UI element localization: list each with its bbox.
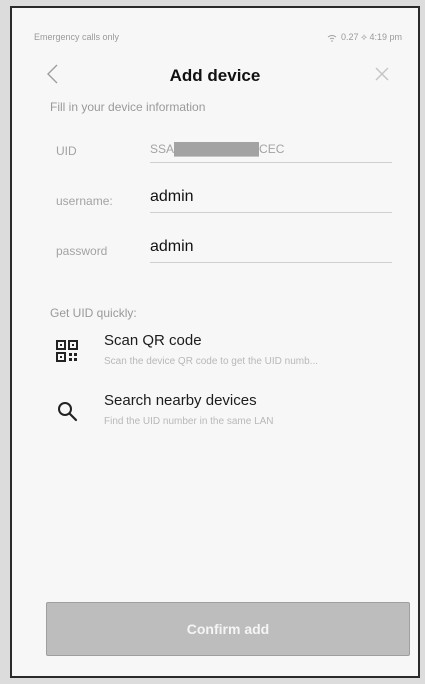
username-label: username: (56, 194, 113, 208)
search-devices-item[interactable]: Search nearby devices Find the UID numbe… (50, 392, 402, 450)
page-title: Add device (169, 66, 261, 85)
close-icon[interactable] (370, 62, 394, 86)
search-icon (58, 402, 78, 422)
search-devices-description: Find the UID number in the same LAN (104, 416, 274, 427)
confirm-add-button[interactable]: Confirm add (46, 602, 410, 656)
phone-screen: Emergency calls only 0.27 ⟡ 4:19 pm Add … (10, 6, 420, 678)
wifi-icon (327, 34, 337, 42)
device-info-heading: Fill in your device information (50, 100, 206, 114)
password-field[interactable]: admin (150, 238, 392, 263)
quick-uid-heading: Get UID quickly: (50, 306, 137, 320)
scan-qr-description: Scan the device QR code to get the UID n… (104, 356, 319, 367)
qr-code-icon (56, 340, 78, 362)
password-row[interactable]: password admin (50, 232, 402, 276)
search-devices-title: Search nearby devices (104, 392, 257, 409)
status-bar: Emergency calls only 0.27 ⟡ 4:19 pm (12, 8, 418, 42)
uid-row[interactable]: UID SSA██████████CEC (50, 132, 402, 176)
uid-field[interactable]: SSA██████████CEC (150, 142, 392, 163)
password-label: password (56, 244, 108, 258)
username-field[interactable]: admin (150, 188, 392, 213)
scan-qr-item[interactable]: Scan QR code Scan the device QR code to … (50, 332, 402, 390)
carrier-status: Emergency calls only (34, 32, 120, 42)
status-time: 0.27 ⟡ 4:19 pm (341, 32, 402, 42)
scan-qr-title: Scan QR code (104, 332, 202, 349)
nav-bar: Add device (12, 56, 418, 96)
username-row[interactable]: username: admin (50, 182, 402, 226)
uid-label: UID (56, 144, 77, 158)
status-icons: 0.27 ⟡ 4:19 pm (327, 32, 402, 43)
